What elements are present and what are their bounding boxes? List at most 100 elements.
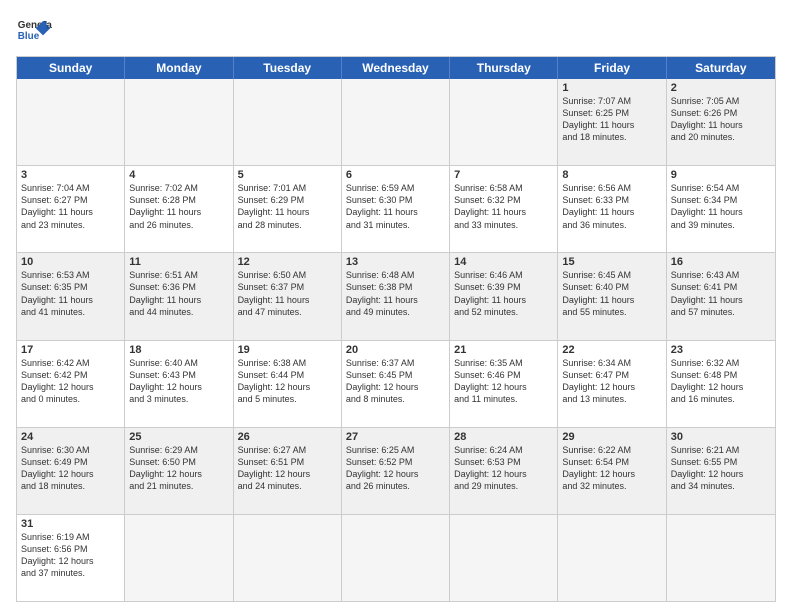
cell-text: Sunrise: 6:43 AM Sunset: 6:41 PM Dayligh… xyxy=(671,269,771,318)
day-number: 28 xyxy=(454,431,553,443)
day-number: 27 xyxy=(346,431,445,443)
cell-text: Sunrise: 6:51 AM Sunset: 6:36 PM Dayligh… xyxy=(129,269,228,318)
day-number: 22 xyxy=(562,344,661,356)
page: General Blue SundayMondayTuesdayWednesda… xyxy=(0,0,792,612)
calendar-cell xyxy=(558,515,666,601)
weekday-header-thursday: Thursday xyxy=(450,57,558,79)
cell-text: Sunrise: 6:30 AM Sunset: 6:49 PM Dayligh… xyxy=(21,444,120,493)
logo-icon: General Blue xyxy=(16,12,52,48)
calendar-cell: 9Sunrise: 6:54 AM Sunset: 6:34 PM Daylig… xyxy=(667,166,775,252)
cell-text: Sunrise: 6:58 AM Sunset: 6:32 PM Dayligh… xyxy=(454,182,553,231)
cell-text: Sunrise: 6:29 AM Sunset: 6:50 PM Dayligh… xyxy=(129,444,228,493)
calendar-cell: 17Sunrise: 6:42 AM Sunset: 6:42 PM Dayli… xyxy=(17,341,125,427)
cell-text: Sunrise: 6:50 AM Sunset: 6:37 PM Dayligh… xyxy=(238,269,337,318)
cell-text: Sunrise: 6:24 AM Sunset: 6:53 PM Dayligh… xyxy=(454,444,553,493)
cell-text: Sunrise: 6:45 AM Sunset: 6:40 PM Dayligh… xyxy=(562,269,661,318)
calendar-cell: 29Sunrise: 6:22 AM Sunset: 6:54 PM Dayli… xyxy=(558,428,666,514)
calendar-row-3: 17Sunrise: 6:42 AM Sunset: 6:42 PM Dayli… xyxy=(17,340,775,427)
calendar-cell: 28Sunrise: 6:24 AM Sunset: 6:53 PM Dayli… xyxy=(450,428,558,514)
calendar-cell xyxy=(125,515,233,601)
day-number: 3 xyxy=(21,169,120,181)
calendar-cell: 25Sunrise: 6:29 AM Sunset: 6:50 PM Dayli… xyxy=(125,428,233,514)
weekday-header-monday: Monday xyxy=(125,57,233,79)
day-number: 2 xyxy=(671,82,771,94)
calendar-cell xyxy=(450,79,558,165)
cell-text: Sunrise: 6:40 AM Sunset: 6:43 PM Dayligh… xyxy=(129,357,228,406)
calendar-cell: 19Sunrise: 6:38 AM Sunset: 6:44 PM Dayli… xyxy=(234,341,342,427)
calendar-cell: 6Sunrise: 6:59 AM Sunset: 6:30 PM Daylig… xyxy=(342,166,450,252)
weekday-header-tuesday: Tuesday xyxy=(234,57,342,79)
cell-text: Sunrise: 6:53 AM Sunset: 6:35 PM Dayligh… xyxy=(21,269,120,318)
day-number: 20 xyxy=(346,344,445,356)
calendar-cell: 12Sunrise: 6:50 AM Sunset: 6:37 PM Dayli… xyxy=(234,253,342,339)
calendar-cell: 30Sunrise: 6:21 AM Sunset: 6:55 PM Dayli… xyxy=(667,428,775,514)
day-number: 30 xyxy=(671,431,771,443)
weekday-header-sunday: Sunday xyxy=(17,57,125,79)
day-number: 5 xyxy=(238,169,337,181)
calendar-cell: 23Sunrise: 6:32 AM Sunset: 6:48 PM Dayli… xyxy=(667,341,775,427)
calendar-row-4: 24Sunrise: 6:30 AM Sunset: 6:49 PM Dayli… xyxy=(17,427,775,514)
calendar-cell: 18Sunrise: 6:40 AM Sunset: 6:43 PM Dayli… xyxy=(125,341,233,427)
day-number: 4 xyxy=(129,169,228,181)
day-number: 24 xyxy=(21,431,120,443)
calendar-header: SundayMondayTuesdayWednesdayThursdayFrid… xyxy=(17,57,775,79)
logo: General Blue xyxy=(16,12,52,48)
calendar-cell: 5Sunrise: 7:01 AM Sunset: 6:29 PM Daylig… xyxy=(234,166,342,252)
cell-text: Sunrise: 6:32 AM Sunset: 6:48 PM Dayligh… xyxy=(671,357,771,406)
calendar-cell: 21Sunrise: 6:35 AM Sunset: 6:46 PM Dayli… xyxy=(450,341,558,427)
calendar-cell: 1Sunrise: 7:07 AM Sunset: 6:25 PM Daylig… xyxy=(558,79,666,165)
calendar-cell: 7Sunrise: 6:58 AM Sunset: 6:32 PM Daylig… xyxy=(450,166,558,252)
day-number: 21 xyxy=(454,344,553,356)
svg-text:Blue: Blue xyxy=(18,31,40,42)
cell-text: Sunrise: 6:38 AM Sunset: 6:44 PM Dayligh… xyxy=(238,357,337,406)
calendar-cell: 31Sunrise: 6:19 AM Sunset: 6:56 PM Dayli… xyxy=(17,515,125,601)
cell-text: Sunrise: 6:56 AM Sunset: 6:33 PM Dayligh… xyxy=(562,182,661,231)
calendar-cell: 14Sunrise: 6:46 AM Sunset: 6:39 PM Dayli… xyxy=(450,253,558,339)
calendar-row-0: 1Sunrise: 7:07 AM Sunset: 6:25 PM Daylig… xyxy=(17,79,775,165)
calendar-cell: 11Sunrise: 6:51 AM Sunset: 6:36 PM Dayli… xyxy=(125,253,233,339)
cell-text: Sunrise: 6:22 AM Sunset: 6:54 PM Dayligh… xyxy=(562,444,661,493)
day-number: 6 xyxy=(346,169,445,181)
cell-text: Sunrise: 6:35 AM Sunset: 6:46 PM Dayligh… xyxy=(454,357,553,406)
day-number: 12 xyxy=(238,256,337,268)
calendar-cell: 22Sunrise: 6:34 AM Sunset: 6:47 PM Dayli… xyxy=(558,341,666,427)
calendar-cell: 8Sunrise: 6:56 AM Sunset: 6:33 PM Daylig… xyxy=(558,166,666,252)
calendar-body: 1Sunrise: 7:07 AM Sunset: 6:25 PM Daylig… xyxy=(17,79,775,601)
weekday-header-wednesday: Wednesday xyxy=(342,57,450,79)
day-number: 10 xyxy=(21,256,120,268)
day-number: 29 xyxy=(562,431,661,443)
header: General Blue xyxy=(16,12,776,48)
calendar-row-2: 10Sunrise: 6:53 AM Sunset: 6:35 PM Dayli… xyxy=(17,252,775,339)
cell-text: Sunrise: 6:37 AM Sunset: 6:45 PM Dayligh… xyxy=(346,357,445,406)
day-number: 25 xyxy=(129,431,228,443)
calendar-cell: 10Sunrise: 6:53 AM Sunset: 6:35 PM Dayli… xyxy=(17,253,125,339)
calendar-cell xyxy=(450,515,558,601)
day-number: 23 xyxy=(671,344,771,356)
day-number: 26 xyxy=(238,431,337,443)
cell-text: Sunrise: 6:25 AM Sunset: 6:52 PM Dayligh… xyxy=(346,444,445,493)
cell-text: Sunrise: 6:27 AM Sunset: 6:51 PM Dayligh… xyxy=(238,444,337,493)
day-number: 7 xyxy=(454,169,553,181)
calendar: SundayMondayTuesdayWednesdayThursdayFrid… xyxy=(16,56,776,602)
cell-text: Sunrise: 6:46 AM Sunset: 6:39 PM Dayligh… xyxy=(454,269,553,318)
calendar-cell: 16Sunrise: 6:43 AM Sunset: 6:41 PM Dayli… xyxy=(667,253,775,339)
cell-text: Sunrise: 7:07 AM Sunset: 6:25 PM Dayligh… xyxy=(562,95,661,144)
calendar-row-5: 31Sunrise: 6:19 AM Sunset: 6:56 PM Dayli… xyxy=(17,514,775,601)
calendar-cell: 24Sunrise: 6:30 AM Sunset: 6:49 PM Dayli… xyxy=(17,428,125,514)
cell-text: Sunrise: 6:19 AM Sunset: 6:56 PM Dayligh… xyxy=(21,531,120,580)
cell-text: Sunrise: 6:42 AM Sunset: 6:42 PM Dayligh… xyxy=(21,357,120,406)
calendar-cell: 26Sunrise: 6:27 AM Sunset: 6:51 PM Dayli… xyxy=(234,428,342,514)
day-number: 19 xyxy=(238,344,337,356)
day-number: 17 xyxy=(21,344,120,356)
calendar-cell xyxy=(667,515,775,601)
day-number: 11 xyxy=(129,256,228,268)
day-number: 15 xyxy=(562,256,661,268)
cell-text: Sunrise: 7:04 AM Sunset: 6:27 PM Dayligh… xyxy=(21,182,120,231)
calendar-cell xyxy=(342,79,450,165)
weekday-header-saturday: Saturday xyxy=(667,57,775,79)
calendar-cell: 4Sunrise: 7:02 AM Sunset: 6:28 PM Daylig… xyxy=(125,166,233,252)
day-number: 18 xyxy=(129,344,228,356)
cell-text: Sunrise: 7:05 AM Sunset: 6:26 PM Dayligh… xyxy=(671,95,771,144)
day-number: 16 xyxy=(671,256,771,268)
calendar-cell xyxy=(17,79,125,165)
